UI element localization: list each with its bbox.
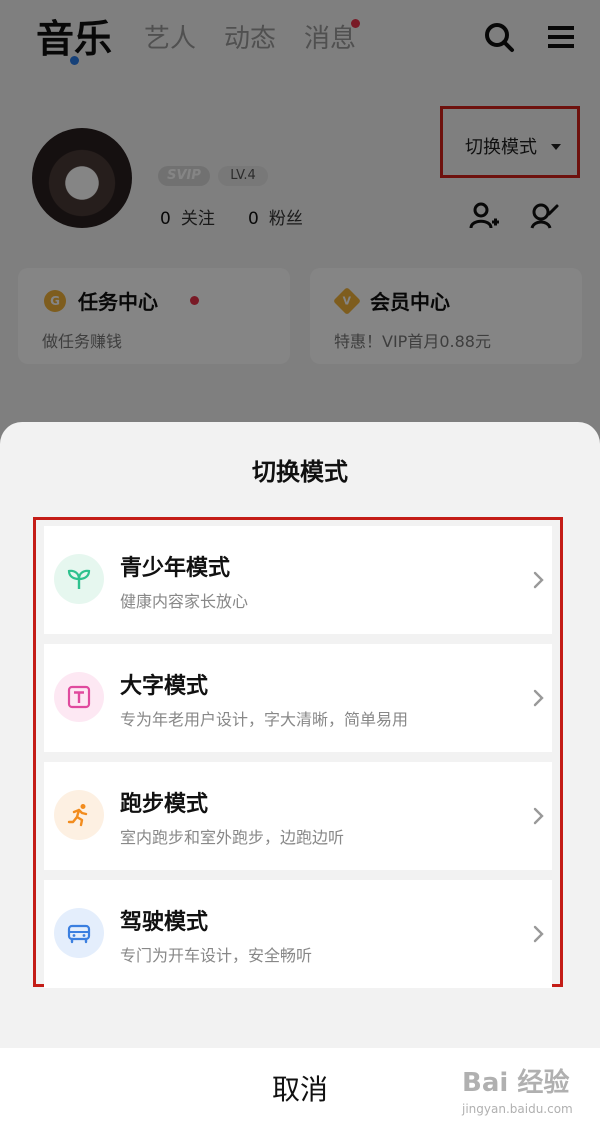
mode-name: 大字模式: [120, 674, 209, 699]
mode-item-large-text[interactable]: 大字模式 专为年老用户设计，字大清晰，简单易用: [44, 644, 552, 752]
mode-icon-container: [54, 672, 104, 722]
mode-item-running[interactable]: 跑步模式 室内跑步和室外跑步，边跑边听: [44, 762, 552, 870]
mode-icon-container: [54, 790, 104, 840]
mode-name: 青少年模式: [120, 556, 231, 581]
chevron-right-icon: [533, 807, 544, 825]
mode-description: 专为年老用户设计，字大清晰，简单易用: [120, 710, 409, 729]
chevron-right-icon: [533, 925, 544, 943]
mode-switch-sheet: 切换模式 青少年模式 健康内容家长放心 大字模式 专为年老用户设计，字大清晰，简…: [0, 422, 600, 1130]
watermark-logo: Bai 经验 jingyan.baidu.com: [462, 1058, 590, 1118]
mode-description: 专门为开车设计，安全畅听: [120, 946, 313, 965]
watermark-sub-text: jingyan.baidu.com: [462, 1102, 573, 1116]
mode-list: 青少年模式 健康内容家长放心 大字模式 专为年老用户设计，字大清晰，简单易用 跑…: [33, 517, 563, 988]
mode-description: 室内跑步和室外跑步，边跑边听: [120, 828, 345, 847]
mode-item-teen[interactable]: 青少年模式 健康内容家长放心: [44, 526, 552, 634]
chevron-right-icon: [533, 689, 544, 707]
car-icon: [67, 924, 91, 944]
mode-name: 跑步模式: [120, 792, 209, 817]
watermark-main-text: Bai 经验: [462, 1068, 570, 1098]
mode-icon-container: [54, 554, 104, 604]
mode-icon-container: [54, 908, 104, 958]
mode-name: 驾驶模式: [120, 910, 209, 935]
mode-description: 健康内容家长放心: [120, 592, 249, 611]
chevron-right-icon: [533, 571, 544, 589]
runner-icon: [67, 804, 88, 827]
sheet-title: 切换模式: [252, 458, 348, 486]
sprout-icon: [67, 569, 91, 589]
text-t-icon: [67, 685, 91, 709]
mode-item-driving[interactable]: 驾驶模式 专门为开车设计，安全畅听: [44, 880, 552, 988]
